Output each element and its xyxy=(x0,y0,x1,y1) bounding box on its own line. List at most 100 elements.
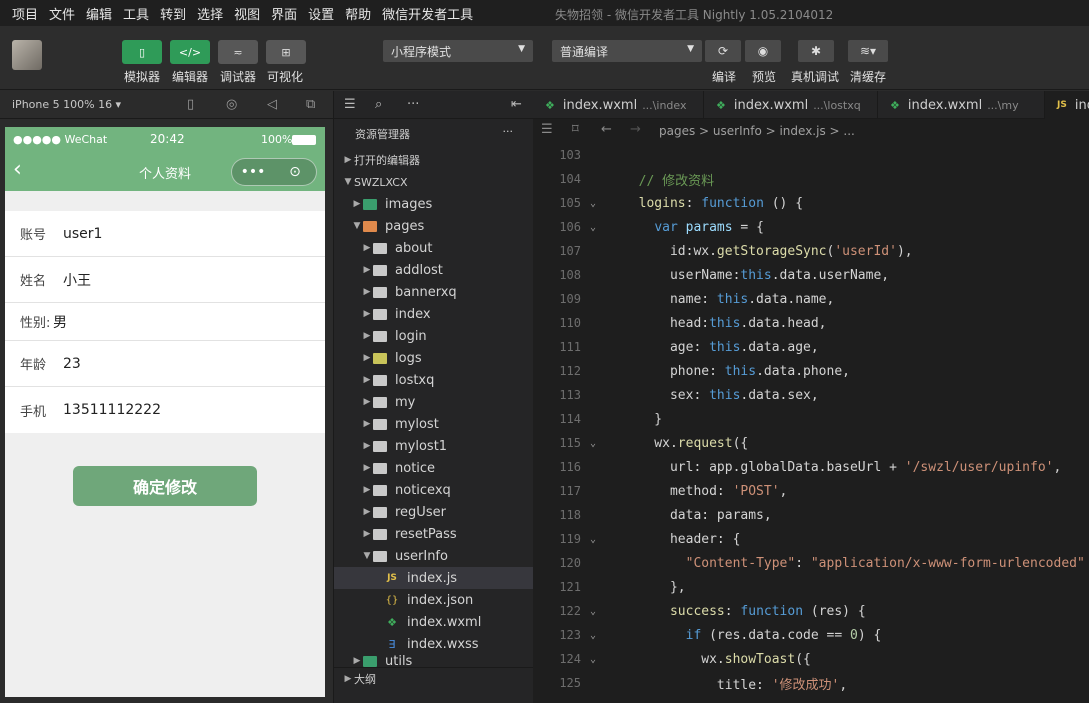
tree-folder-login[interactable]: ▶ login xyxy=(334,325,533,347)
popout-icon[interactable]: ⧉ xyxy=(306,97,315,112)
preview-button[interactable]: ◉ xyxy=(745,40,781,62)
explorer-title: 资源管理器 ··· xyxy=(334,119,533,149)
tree-file-index-wxss[interactable]: ∃ index.wxss xyxy=(334,633,533,655)
tree-folder-addlost[interactable]: ▶ addlost xyxy=(334,259,533,281)
account-input[interactable]: user1 xyxy=(63,226,102,242)
tree-file-index-wxml[interactable]: ❖ index.wxml xyxy=(334,611,533,633)
menu-edit[interactable]: 编辑 xyxy=(86,4,112,23)
menu-file[interactable]: 文件 xyxy=(49,4,75,23)
menu-project[interactable]: 项目 xyxy=(12,4,38,23)
tree-folder-reguser[interactable]: ▶ regUser xyxy=(334,501,533,523)
line-number: 118 xyxy=(559,508,581,522)
tree-folder-index[interactable]: ▶ index xyxy=(334,303,533,325)
tab-index-wxml-my[interactable]: ❖ index.wxml ...\my xyxy=(878,91,1045,119)
debugger-toggle-button[interactable]: ≂ xyxy=(218,40,258,64)
name-input[interactable]: 小王 xyxy=(63,270,91,290)
form-row-gender: 性别: 男 xyxy=(5,303,325,341)
tree-folder-noticexq[interactable]: ▶ noticexq xyxy=(334,479,533,501)
tree-folder-logs[interactable]: ▶ logs xyxy=(334,347,533,369)
collapse-panel-icon[interactable]: ⇤ xyxy=(511,97,522,112)
folder-icon xyxy=(373,308,387,320)
more-icon[interactable]: ··· xyxy=(407,97,419,112)
project-section[interactable]: ▼ SWZLXCX xyxy=(334,171,533,193)
compile-button[interactable]: ⟳ xyxy=(705,40,741,62)
menu-goto[interactable]: 转到 xyxy=(160,4,186,23)
fold-icon[interactable]: ⌄ xyxy=(581,606,605,617)
wxml-file-icon: ❖ xyxy=(545,98,555,112)
battery-icon xyxy=(292,135,316,145)
outline-section[interactable]: ▶ 大纲 xyxy=(334,667,533,689)
remote-debug-button[interactable]: ✱ xyxy=(798,40,834,62)
tree-folder-mylost[interactable]: ▶ mylost xyxy=(334,413,533,435)
fold-icon[interactable]: ⌄ xyxy=(581,654,605,665)
stop-icon[interactable]: ◎ xyxy=(226,97,237,112)
tab-index-wxml-index[interactable]: ❖ index.wxml ...\index xyxy=(533,91,704,119)
code-lines[interactable]: 103 104 // 修改资料 105 ⌄ logins: function ()… xyxy=(533,143,1089,695)
chevron-right-icon: ▶ xyxy=(363,441,371,451)
line-number: 117 xyxy=(559,484,581,498)
forward-arrow-icon[interactable]: → xyxy=(630,122,641,137)
menu-select[interactable]: 选择 xyxy=(197,4,223,23)
tree-folder-my[interactable]: ▶ my xyxy=(334,391,533,413)
tree-folder-about[interactable]: ▶ about xyxy=(334,237,533,259)
fold-icon[interactable]: ⌄ xyxy=(581,630,605,641)
fold-icon[interactable]: ⌄ xyxy=(581,222,605,233)
tree-file-index-js[interactable]: JS index.js xyxy=(334,567,533,589)
search-icon[interactable]: ⌕ xyxy=(375,97,382,112)
visual-toggle-button[interactable]: ⊞ xyxy=(266,40,306,64)
mode-select[interactable]: 小程序模式 ▼ xyxy=(383,40,533,62)
tab-index-wxml-lostxq[interactable]: ❖ index.wxml ...\lostxq xyxy=(704,91,878,119)
menu-help[interactable]: 帮助 xyxy=(345,4,371,23)
volume-icon[interactable]: ◁ xyxy=(267,97,277,112)
phone-icon: ▯ xyxy=(138,45,146,59)
more-dots-icon[interactable]: ••• xyxy=(232,159,274,185)
bookmark-icon[interactable]: ⌑ xyxy=(572,122,579,137)
tree-folder-lostxq[interactable]: ▶ lostxq xyxy=(334,369,533,391)
menu-wechat-devtools[interactable]: 微信开发者工具 xyxy=(382,4,473,23)
fold-icon[interactable]: ⌄ xyxy=(581,438,605,449)
back-arrow-icon[interactable]: ← xyxy=(601,122,612,137)
menu-tools[interactable]: 工具 xyxy=(123,4,149,23)
form-row-phone: 手机 13511112222 xyxy=(5,387,325,433)
tree-folder-mylost1[interactable]: ▶ mylost1 xyxy=(334,435,533,457)
simulator-toggle-button[interactable]: ▯ xyxy=(122,40,162,64)
menu-interface[interactable]: 界面 xyxy=(271,4,297,23)
editor-toggle-button[interactable]: </> xyxy=(170,40,210,64)
chevron-right-icon: ▶ xyxy=(363,507,371,517)
breadcrumb-path[interactable]: pages > userInfo > index.js > ... xyxy=(659,124,855,138)
close-circle-icon[interactable]: ⊙ xyxy=(274,159,316,185)
tree-folder-utils[interactable]: ▶ utils xyxy=(334,655,533,667)
device-select[interactable]: iPhone 5 100% 16 ▾ xyxy=(0,98,121,111)
tab-index-js[interactable]: JS ind xyxy=(1045,91,1089,119)
tree-folder-userinfo[interactable]: ▼ userInfo xyxy=(334,545,533,567)
tree-folder-bannerxq[interactable]: ▶ bannerxq xyxy=(334,281,533,303)
open-editors-section[interactable]: ▶ 打开的编辑器 xyxy=(334,149,533,171)
folder-icon xyxy=(373,374,387,386)
compile-mode-select[interactable]: 普通编译 ▼ xyxy=(552,40,702,62)
explorer-more-icon[interactable]: ··· xyxy=(503,125,514,138)
folder-icon xyxy=(373,418,387,430)
tree-folder-notice[interactable]: ▶ notice xyxy=(334,457,533,479)
tree-folder-images[interactable]: ▶ images xyxy=(334,193,533,215)
confirm-button[interactable]: 确定修改 xyxy=(73,466,257,506)
clear-cache-label: 清缓存 xyxy=(850,70,887,84)
list-icon[interactable]: ☰ xyxy=(541,122,553,137)
fold-icon[interactable]: ⌄ xyxy=(581,534,605,545)
menu-settings[interactable]: 设置 xyxy=(308,4,334,23)
field-label: 年龄 xyxy=(20,358,47,373)
code-line: 110 head:this.data.head, xyxy=(533,311,1089,335)
chevron-right-icon: ▶ xyxy=(344,155,352,165)
tree-folder-resetpass[interactable]: ▶ resetPass xyxy=(334,523,533,545)
clear-cache-button[interactable]: ≋▾ xyxy=(848,40,888,62)
phone-rotate-icon[interactable]: ▯ xyxy=(187,97,194,112)
tree-folder-pages[interactable]: ▼ pages xyxy=(334,215,533,237)
gender-input[interactable]: 男 xyxy=(53,312,67,332)
files-icon[interactable]: ☰ xyxy=(344,97,356,112)
fold-icon[interactable]: ⌄ xyxy=(581,198,605,209)
phone-input[interactable]: 13511112222 xyxy=(63,402,161,418)
age-input[interactable]: 23 xyxy=(63,356,81,372)
line-number: 112 xyxy=(559,364,581,378)
avatar[interactable] xyxy=(12,40,42,70)
menu-view[interactable]: 视图 xyxy=(234,4,260,23)
tree-file-index-json[interactable]: {} index.json xyxy=(334,589,533,611)
